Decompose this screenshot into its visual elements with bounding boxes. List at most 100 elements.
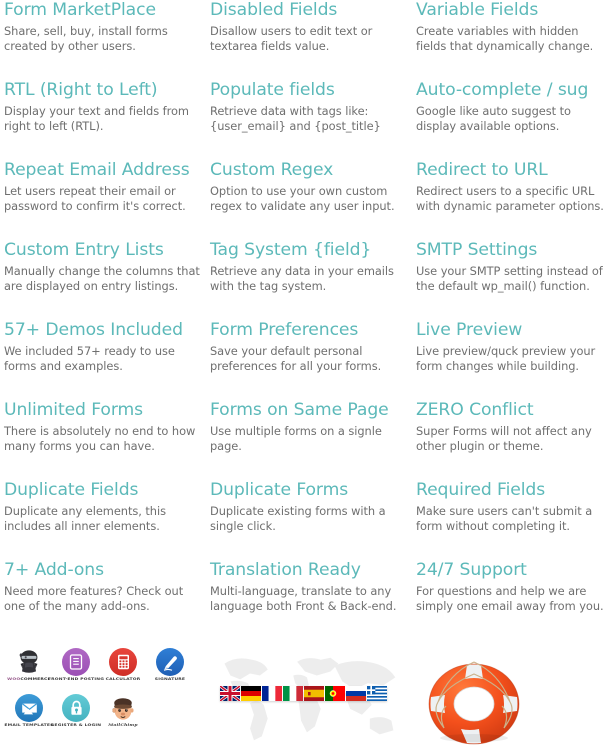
feature-title: Auto-complete / sug	[416, 80, 589, 100]
feature-description: Display your text and fields from right …	[4, 103, 189, 133]
feature-description: Google like auto suggest to display avai…	[416, 103, 571, 133]
signature-pen-icon	[156, 648, 184, 676]
feature-title: Tag System {field}	[210, 240, 372, 260]
feature-card: Forms on Same Page Use multiple forms on …	[210, 400, 416, 480]
feature-description: There is absolutely no end to how many f…	[4, 423, 196, 453]
mailchimp-monkey-icon	[109, 694, 137, 722]
feature-card: Form Preferences Save your default person…	[210, 320, 416, 400]
feature-title: Populate fields	[210, 80, 335, 100]
feature-description: Duplicate existing forms with a single c…	[210, 503, 386, 533]
feature-card: ZERO Conflict Super Forms will not affect…	[416, 400, 616, 480]
feature-title: ZERO Conflict	[416, 400, 534, 420]
addon-item-calculator[interactable]: CALCULATOR	[100, 648, 146, 682]
greece-flag	[367, 686, 387, 701]
feature-description: Create variables with hidden fields that…	[416, 23, 594, 53]
feature-card: Translation Ready Multi-language, transla…	[210, 560, 416, 640]
feature-description: For questions and help we are simply one…	[416, 583, 604, 613]
addon-item-signature[interactable]: SIGNATURE	[147, 648, 193, 682]
feature-description: Super Forms will not affect any other pl…	[416, 423, 592, 453]
feature-title: Disabled Fields	[210, 0, 338, 20]
feature-card: Custom Regex Option to use your own custo…	[210, 160, 416, 240]
feature-card: RTL (Right to Left) Display your text and…	[4, 80, 210, 160]
email-templates-icon	[15, 694, 43, 722]
feature-description: Retrieve data with tags like: {user_emai…	[210, 103, 381, 133]
addon-item-mailchimp[interactable]: MailChimp	[100, 694, 146, 728]
addon-label: MailChimp	[108, 723, 138, 727]
feature-title: Repeat Email Address	[4, 160, 190, 180]
feature-title: RTL (Right to Left)	[4, 80, 158, 100]
feature-description: Need more features? Check out one of the…	[4, 583, 184, 613]
feature-title: Redirect to URL	[416, 160, 548, 180]
calculator-icon	[109, 648, 137, 676]
feature-card: Disabled Fields Disallow users to edit te…	[210, 0, 416, 80]
feature-title: Duplicate Fields	[4, 480, 139, 500]
feature-title: Required Fields	[416, 480, 546, 500]
addon-label-woo: WOO	[7, 677, 21, 681]
russia-flag	[346, 686, 366, 701]
feature-title: Translation Ready	[210, 560, 361, 580]
feature-description: Share, sell, buy, install forms created …	[4, 23, 168, 53]
feature-card: Variable Fields Create variables with hid…	[416, 0, 616, 80]
feature-card: SMTP Settings Use your SMTP setting inste…	[416, 240, 616, 320]
feature-title: 24/7 Support	[416, 560, 527, 580]
woocommerce-ninja-icon	[15, 648, 43, 676]
feature-card: Form MarketPlace Share, sell, buy, instal…	[4, 0, 210, 80]
feature-title: 7+ Add-ons	[4, 560, 104, 580]
feature-description: Use your SMTP setting instead of the def…	[416, 263, 603, 293]
feature-title: 57+ Demos Included	[4, 320, 183, 340]
lifebuoy-support-icon	[428, 661, 520, 745]
feature-description: Disallow users to edit text or textarea …	[210, 23, 373, 53]
feature-title: Forms on Same Page	[210, 400, 389, 420]
feature-description: Make sure users can't submit a form with…	[416, 503, 593, 533]
feature-card: Duplicate Fields Duplicate any elements, …	[4, 480, 210, 560]
feature-description: Let users repeat their email or password…	[4, 183, 186, 213]
feature-title: Live Preview	[416, 320, 523, 340]
feature-description: Use multiple forms on a signle page.	[210, 423, 382, 453]
feature-description: Live preview/quck preview your form chan…	[416, 343, 596, 373]
feature-description: Retrieve any data in your emails with th…	[210, 263, 394, 293]
addon-item-register-login[interactable]: REGISTER & LOGIN	[51, 694, 101, 728]
addons-icon-grid: WOOCOMMERCE FRONT-END POSTING CALCULATOR…	[4, 644, 200, 756]
front-end-posting-icon	[62, 648, 90, 676]
addon-item-email-templates[interactable]: EMAIL TEMPLATES	[4, 694, 53, 728]
addon-label-commerce: COMMERCE	[20, 677, 51, 681]
feature-title: SMTP Settings	[416, 240, 538, 260]
feature-card: Repeat Email Address Let users repeat the…	[4, 160, 210, 240]
feature-title: Duplicate Forms	[210, 480, 349, 500]
feature-card: 57+ Demos Included We included 57+ ready …	[4, 320, 210, 400]
feature-card: Unlimited Forms There is absolutely no en…	[4, 400, 210, 480]
feature-card: Required Fields Make sure users can't sub…	[416, 480, 616, 560]
feature-description: Duplicate any elements, this includes al…	[4, 503, 166, 533]
feature-description: Redirect users to a specific URL with dy…	[416, 183, 604, 213]
addon-item-front-end-posting[interactable]: FRONT-END POSTING	[48, 648, 104, 682]
feature-description: Multi-language, translate to any languag…	[210, 583, 397, 613]
register-login-lock-icon	[62, 694, 90, 722]
feature-title: Variable Fields	[416, 0, 539, 20]
media-strip: WOOCOMMERCE FRONT-END POSTING CALCULATOR…	[0, 642, 616, 756]
addon-label: SIGNATURE	[154, 677, 186, 681]
feature-card: 24/7 Support For questions and help we ar…	[416, 560, 616, 640]
feature-card: Redirect to URL Redirect users to a speci…	[416, 160, 616, 240]
addon-item-woocommerce[interactable]: WOOCOMMERCE	[6, 648, 52, 682]
feature-card: Auto-complete / sug Google like auto sugg…	[416, 80, 616, 160]
feature-card: Custom Entry Lists Manually change the co…	[4, 240, 210, 320]
united-kingdom-flag	[220, 686, 240, 701]
feature-grid: Form MarketPlace Share, sell, buy, instal…	[0, 0, 616, 640]
language-flags	[220, 686, 387, 701]
feature-title: Form MarketPlace	[4, 0, 156, 20]
feature-title: Unlimited Forms	[4, 400, 143, 420]
feature-card: 7+ Add-ons Need more features? Check out …	[4, 560, 210, 640]
germany-flag	[241, 686, 261, 701]
feature-description: Option to use your own custom regex to v…	[210, 183, 395, 213]
feature-card: Duplicate Forms Duplicate existing forms …	[210, 480, 416, 560]
feature-description: Manually change the columns that are dis…	[4, 263, 200, 293]
spain-flag	[304, 686, 324, 701]
feature-card: Live Preview Live preview/quck preview yo…	[416, 320, 616, 400]
france-flag	[262, 686, 282, 701]
feature-title: Form Preferences	[210, 320, 359, 340]
feature-card: Tag System {field} Retrieve any data in y…	[210, 240, 416, 320]
italy-flag	[283, 686, 303, 701]
feature-description: We included 57+ ready to use forms and e…	[4, 343, 175, 373]
feature-description: Save your default personal preferences f…	[210, 343, 382, 373]
translation-graphic	[206, 642, 406, 756]
